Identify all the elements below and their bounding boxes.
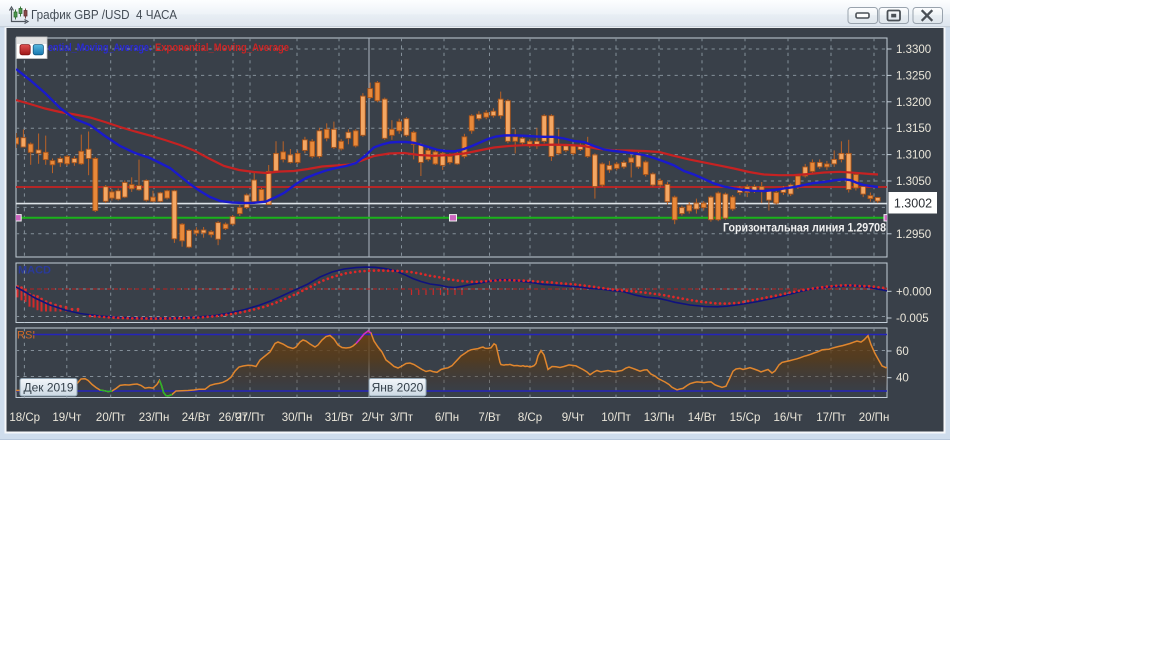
svg-text:7/Вт: 7/Вт xyxy=(478,412,501,424)
svg-text:Exponential_Moving_Average: Exponential_Moving_Average xyxy=(155,42,289,54)
svg-text:RSI: RSI xyxy=(17,330,35,342)
svg-text:14/Вт: 14/Вт xyxy=(688,412,717,424)
svg-text:1.3150: 1.3150 xyxy=(896,123,931,135)
svg-text:1.3300: 1.3300 xyxy=(896,44,931,56)
svg-text:60: 60 xyxy=(896,346,909,358)
svg-text:40: 40 xyxy=(896,373,909,385)
svg-text:1.3050: 1.3050 xyxy=(896,176,931,188)
svg-text:24/Вт: 24/Вт xyxy=(182,412,211,424)
svg-text:8/Ср: 8/Ср xyxy=(518,412,542,424)
svg-text:График GBP /USD 4 ЧАСА: График GBP /USD 4 ЧАСА xyxy=(31,7,177,22)
svg-text:17/Пт: 17/Пт xyxy=(816,412,846,424)
svg-text:6/Пн: 6/Пн xyxy=(435,412,459,424)
svg-text:20/Пт: 20/Пт xyxy=(96,412,126,424)
svg-text:1.2950: 1.2950 xyxy=(896,229,931,241)
svg-text:1.3200: 1.3200 xyxy=(896,97,931,109)
svg-text:23/Пн: 23/Пн xyxy=(139,412,170,424)
svg-text:16/Чт: 16/Чт xyxy=(774,412,804,424)
svg-text:1.3002: 1.3002 xyxy=(894,197,932,211)
svg-text:10/Пт: 10/Пт xyxy=(601,412,631,424)
svg-text:MACD: MACD xyxy=(18,265,51,277)
svg-text:2/Чт: 2/Чт xyxy=(362,412,385,424)
svg-text:19/Чт: 19/Чт xyxy=(52,412,82,424)
svg-text:-0.005: -0.005 xyxy=(896,313,929,325)
svg-text:15/Ср: 15/Ср xyxy=(730,412,761,424)
svg-text:30/Пн: 30/Пн xyxy=(282,412,313,424)
svg-text:Янв 2020: Янв 2020 xyxy=(372,381,424,395)
svg-text:1.3100: 1.3100 xyxy=(896,150,931,162)
svg-text:Дек 2019: Дек 2019 xyxy=(23,381,73,395)
svg-text:ential_Moving_Average:: ential_Moving_Average: xyxy=(48,42,152,54)
svg-text:Горизонтальная линия 1.29708: Горизонтальная линия 1.29708 xyxy=(723,221,886,235)
svg-text:18/Ср: 18/Ср xyxy=(9,412,40,424)
svg-text:1.3250: 1.3250 xyxy=(896,70,931,82)
svg-text:3/Пт: 3/Пт xyxy=(390,412,414,424)
svg-text:13/Пн: 13/Пн xyxy=(644,412,675,424)
svg-text:27/Пт: 27/Пт xyxy=(235,412,265,424)
svg-text:20/Пн: 20/Пн xyxy=(859,412,890,424)
svg-text:9/Чт: 9/Чт xyxy=(562,412,585,424)
svg-text:31/Вт: 31/Вт xyxy=(325,412,354,424)
svg-text:+0.000: +0.000 xyxy=(896,286,932,298)
